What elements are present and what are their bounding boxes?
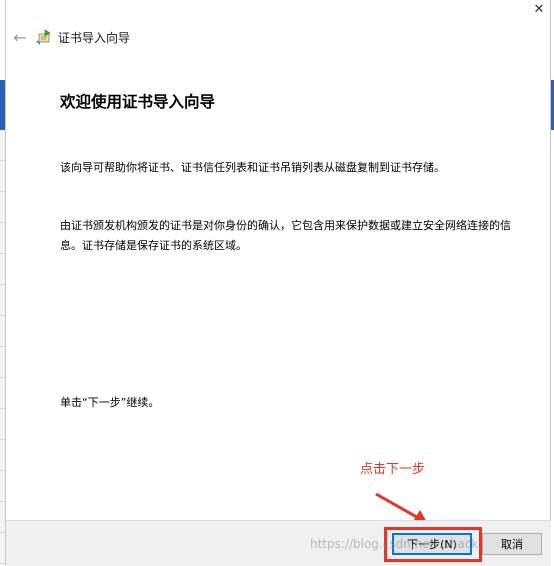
continue-instruction: 单击“下一步”继续。 [60, 396, 160, 409]
title-bar: ← 证书导入向导 [6, 22, 546, 52]
cancel-button[interactable]: 取消 [482, 533, 542, 555]
certificate-wizard-icon [36, 29, 51, 45]
close-icon[interactable]: ✕ [530, 2, 548, 18]
back-arrow-icon[interactable]: ← [10, 27, 30, 47]
window-title: 证书导入向导 [58, 30, 131, 45]
description-paragraph-2: 由证书颁发机构颁发的证书是对你身份的确认，它包含用来保护数据或建立安全网络连接的… [60, 219, 511, 252]
dialog-frame [5, 0, 551, 565]
description-paragraph-1: 该向导可帮助你将证书、证书信任列表和证书吊销列表从磁盘复制到证书存储。 [60, 161, 445, 174]
certificate-import-wizard-window: ✕ ← 证书导入向导 欢迎使用证书导入向导 该向导可帮助你将证书、证书信任列表和… [0, 0, 554, 566]
page-title: 欢迎使用证书导入向导 [60, 93, 216, 111]
annotation-label: 点击下一步 [360, 462, 426, 477]
watermark-text: https://blog.csdn.net/...hack [310, 537, 479, 551]
